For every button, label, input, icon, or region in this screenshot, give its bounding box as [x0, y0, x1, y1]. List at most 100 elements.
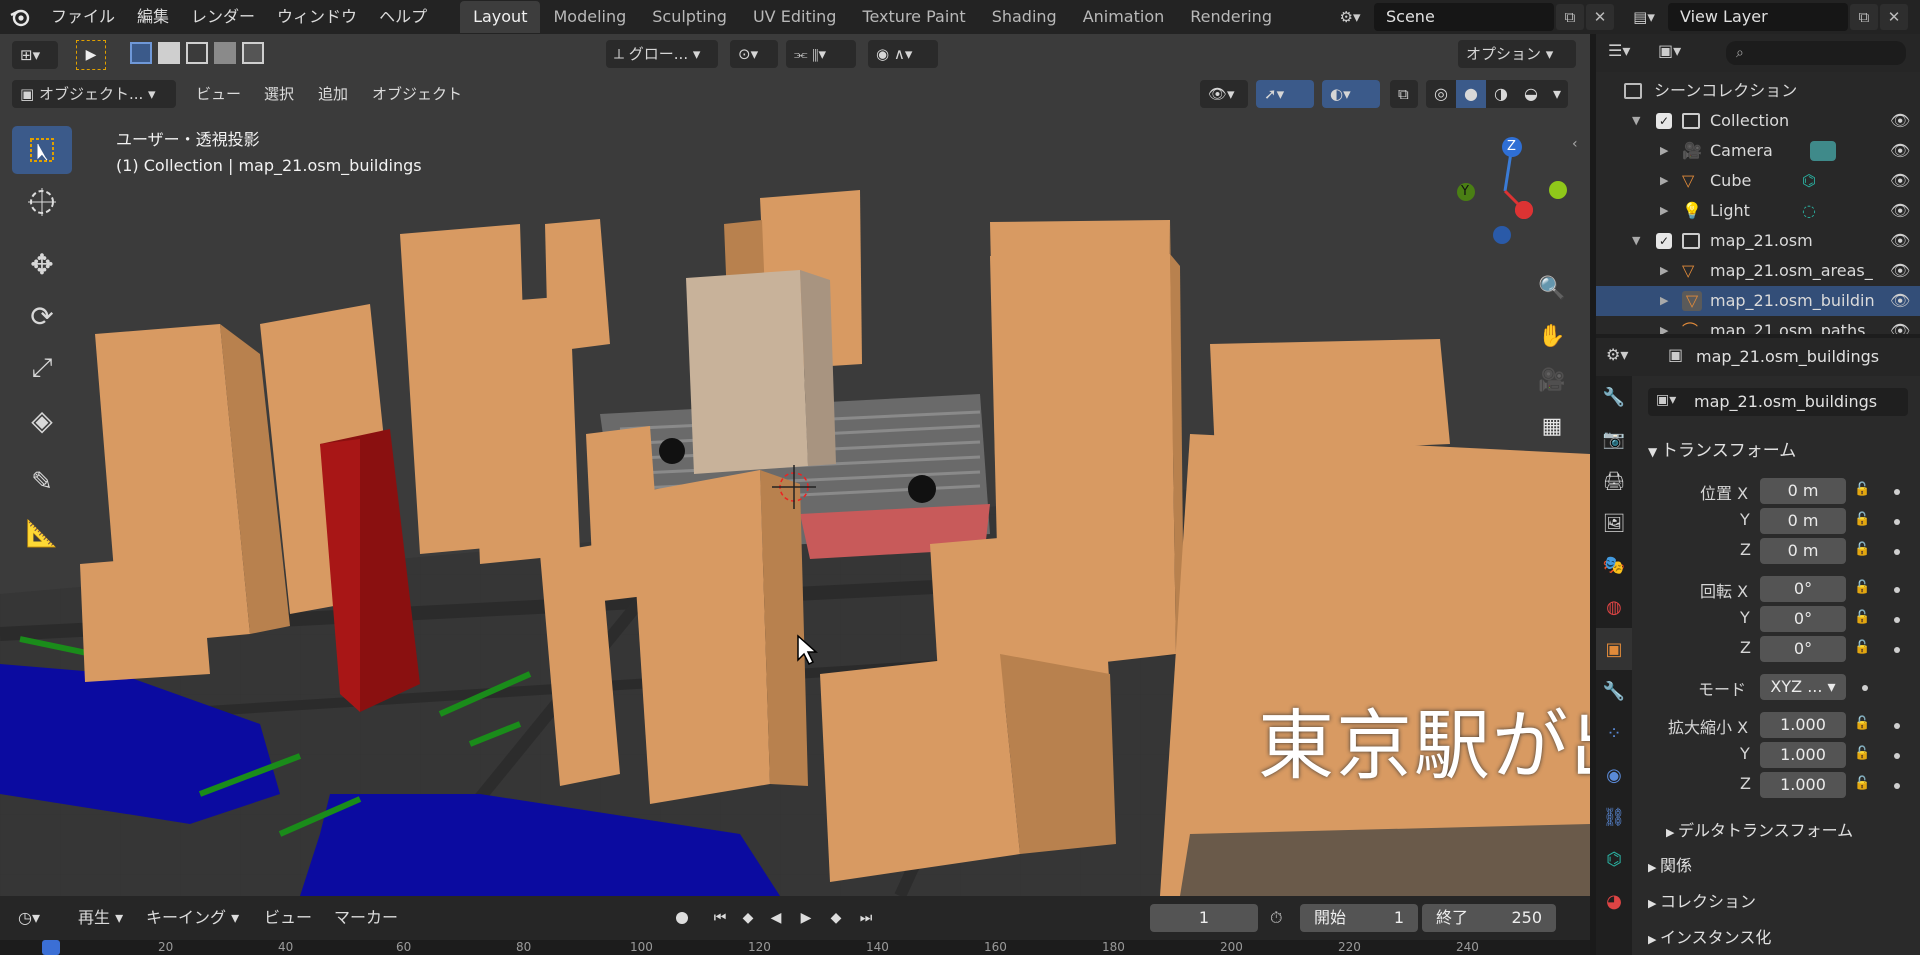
outliner-scene-collection[interactable]: シーンコレクション	[1596, 76, 1920, 106]
lock-icon[interactable]: 🔓	[1854, 542, 1870, 557]
next-keyframe-icon[interactable]: ◆	[822, 904, 850, 932]
view-layer-browse-icon[interactable]: ▤▾	[1624, 5, 1664, 29]
options-dropdown[interactable]: オプション ▾	[1458, 40, 1576, 68]
tab-layout[interactable]: Layout	[460, 1, 541, 33]
delete-view-layer-icon[interactable]: ✕	[1880, 4, 1908, 30]
editor-type-icon[interactable]: ⊞▾	[12, 41, 58, 69]
expand-icon[interactable]: ▶	[1660, 166, 1668, 196]
viewport-menu-select[interactable]: 選択	[256, 80, 302, 108]
lock-icon[interactable]: 🔓	[1854, 580, 1870, 595]
scale-tool-icon[interactable]: ⤢	[12, 344, 72, 392]
world-tab-icon[interactable]: ◍	[1596, 586, 1632, 628]
select-intersect-icon[interactable]	[242, 42, 264, 64]
keyframe-dot[interactable]	[1894, 617, 1900, 623]
annotate-tool-icon[interactable]: ✎	[12, 458, 72, 506]
timeline-menu-view[interactable]: ビュー	[264, 904, 312, 932]
stopwatch-icon[interactable]: ⏱	[1270, 904, 1282, 932]
gizmo-toggle[interactable]: ➚▾	[1256, 80, 1314, 108]
exclude-checkbox[interactable]: ✓	[1656, 233, 1672, 249]
3d-viewport[interactable]: ⊞▾ ▶ ⟂ グロー... ▾ ⊙▾ ⫘ ⦀▾ ◉ ∧▾ オプション ▾ ▣ オ…	[0, 34, 1590, 896]
outliner-row-map-collection[interactable]: ▼ ✓ map_21.osm 👁	[1596, 226, 1920, 256]
expand-icon[interactable]: ▶	[1660, 196, 1668, 226]
view-layer-field[interactable]: View Layer	[1668, 3, 1848, 31]
constraints-tab-icon[interactable]: ⛓	[1596, 796, 1632, 838]
outliner-row-cube[interactable]: ▶ ▽ Cube ⌬ 👁	[1596, 166, 1920, 196]
location-x-field[interactable]: 0 m	[1760, 478, 1846, 504]
tab-shading[interactable]: Shading	[979, 1, 1070, 33]
keyframe-dot[interactable]	[1894, 489, 1900, 495]
wireframe-shading-icon[interactable]: ◎	[1426, 80, 1456, 108]
rotation-x-field[interactable]: 0°	[1760, 576, 1846, 602]
tab-modeling[interactable]: Modeling	[540, 1, 639, 33]
visibility-eye-icon[interactable]: 👁	[1890, 196, 1910, 226]
expand-icon[interactable]: ▶	[1660, 316, 1668, 334]
collections-header[interactable]: ▶ コレクション	[1648, 888, 1756, 912]
menu-render[interactable]: レンダー	[180, 0, 266, 34]
scale-z-field[interactable]: 1.000	[1760, 772, 1846, 798]
menu-file[interactable]: ファイル	[40, 0, 126, 34]
lock-icon[interactable]: 🔓	[1854, 610, 1870, 625]
expand-icon[interactable]: ▶	[1660, 286, 1668, 316]
lock-icon[interactable]: 🔓	[1854, 482, 1870, 497]
lock-icon[interactable]: 🔓	[1854, 776, 1870, 791]
select-subtract-icon[interactable]	[186, 42, 208, 64]
tab-uv-editing[interactable]: UV Editing	[740, 1, 849, 33]
data-block-selector[interactable]: ▣▾ map_21.osm_buildings	[1648, 388, 1908, 416]
instancing-header[interactable]: ▶ インスタンス化	[1648, 924, 1771, 948]
viewport-menu-view[interactable]: ビュー	[188, 80, 249, 108]
area-divider[interactable]	[1590, 34, 1596, 955]
jump-end-icon[interactable]: ⏭	[852, 904, 880, 932]
select-box-tool-icon[interactable]	[12, 126, 72, 174]
visibility-dropdown[interactable]: 👁▾	[1200, 80, 1248, 108]
viewport-menu-add[interactable]: 追加	[310, 80, 356, 108]
select-extend-icon[interactable]	[158, 42, 180, 64]
solid-shading-icon[interactable]: ●	[1456, 80, 1486, 108]
outliner-row-light[interactable]: ▶ 💡 Light ◌ 👁	[1596, 196, 1920, 226]
keyframe-dot[interactable]	[1894, 587, 1900, 593]
mode-dropdown[interactable]: ▣ オブジェクト... ▾	[12, 80, 176, 108]
navigation-gizmo[interactable]: Z X Y	[1440, 126, 1570, 256]
keyframe-dot[interactable]	[1894, 753, 1900, 759]
current-frame-field[interactable]: 1	[1150, 904, 1258, 932]
mesh-data-icon[interactable]: ⌬	[1802, 166, 1816, 196]
lock-icon[interactable]: 🔓	[1854, 716, 1870, 731]
physics-tab-icon[interactable]: ◉	[1596, 754, 1632, 796]
tab-sculpting[interactable]: Sculpting	[639, 1, 740, 33]
select-mode-icons[interactable]	[130, 42, 264, 68]
rotation-z-field[interactable]: 0°	[1760, 636, 1846, 662]
properties-editor-type-icon[interactable]: ⚙▾	[1606, 345, 1628, 364]
keyframe-dot[interactable]	[1894, 783, 1900, 789]
outliner-search-input[interactable]: ⌕	[1726, 41, 1906, 65]
light-data-icon[interactable]: ◌	[1802, 196, 1816, 226]
menu-help[interactable]: ヘルプ	[368, 0, 438, 34]
select-tool-icon[interactable]: ▶	[76, 40, 106, 70]
proportional-edit-toggle[interactable]: ◉ ∧▾	[868, 40, 938, 68]
visibility-eye-icon[interactable]: 👁	[1890, 316, 1910, 334]
expand-icon[interactable]: ▼	[1632, 106, 1640, 136]
jump-start-icon[interactable]: ⏮	[706, 904, 734, 932]
transform-tool-icon[interactable]: ◈	[12, 396, 72, 444]
expand-icon[interactable]: ▶	[1660, 136, 1668, 166]
viewport-menu-object[interactable]: オブジェクト	[364, 80, 470, 108]
scene-tab-icon[interactable]: 🎭	[1596, 544, 1632, 586]
expand-icon[interactable]: ▼	[1632, 226, 1640, 256]
new-view-layer-icon[interactable]: ⧉	[1850, 4, 1878, 30]
zoom-icon[interactable]: 🔍	[1532, 268, 1572, 308]
scene-name-field[interactable]: Scene	[1374, 3, 1554, 31]
play-icon[interactable]: ▶	[792, 904, 820, 932]
transform-panel-header[interactable]: ▼ トランスフォーム	[1648, 436, 1796, 461]
camera-view-icon[interactable]: 🎥	[1532, 360, 1572, 400]
keyframe-dot[interactable]	[1894, 549, 1900, 555]
transform-orientation-dropdown[interactable]: ⟂ グロー... ▾	[606, 40, 718, 68]
keyframe-dot[interactable]	[1894, 647, 1900, 653]
timeline-editor-type-icon[interactable]: ◷▾	[18, 904, 40, 932]
material-tab-icon[interactable]: ◕	[1596, 880, 1632, 922]
timeline-menu-marker[interactable]: マーカー	[334, 904, 398, 932]
menu-window[interactable]: ウィンドウ	[266, 0, 368, 34]
sidebar-toggle-icon[interactable]: ‹	[1572, 136, 1578, 152]
tab-animation[interactable]: Animation	[1070, 1, 1178, 33]
select-new-icon[interactable]	[130, 42, 152, 64]
outliner-row-buildings[interactable]: ▶ ▽ map_21.osm_buildin 👁	[1596, 286, 1920, 316]
timeline-menu-playback[interactable]: 再生 ▾	[78, 904, 123, 932]
keyframe-dot[interactable]	[1862, 685, 1868, 691]
